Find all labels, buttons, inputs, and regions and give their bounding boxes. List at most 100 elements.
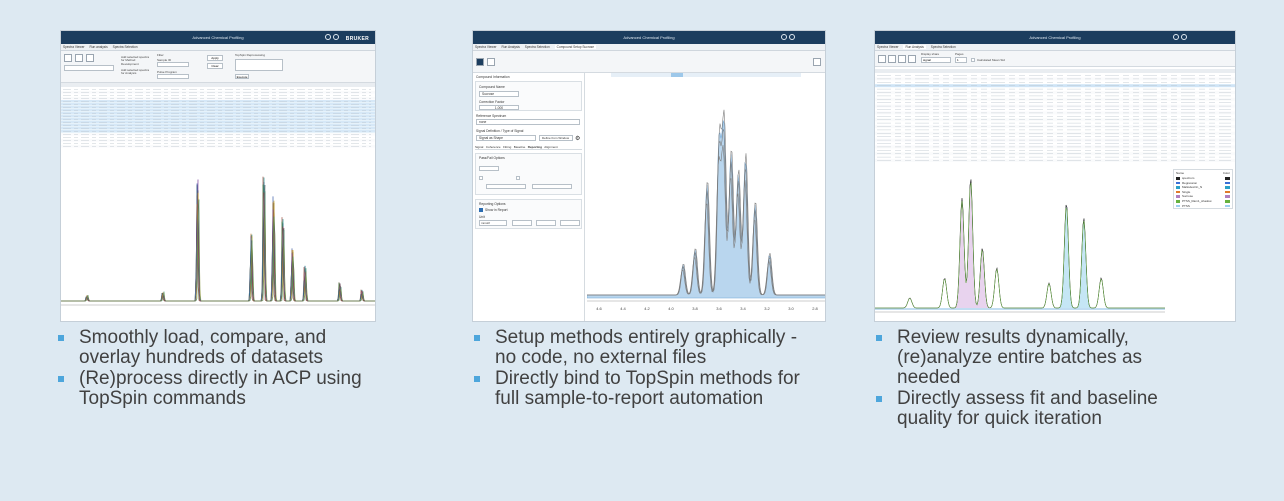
page-background: Advanced Chemical Profiling BRUKER Spect… bbox=[0, 0, 1284, 501]
help-icon[interactable] bbox=[789, 34, 795, 40]
tab-compound-setup[interactable]: Compound Setup Sucrose bbox=[554, 45, 597, 49]
x-tick-label: 3.0 bbox=[788, 306, 794, 311]
settings-icon[interactable] bbox=[1173, 34, 1179, 40]
feature-text: Directly assess fit and baseline quality… bbox=[897, 388, 1158, 429]
feature-item: Setup methods entirely graphically - no … bbox=[472, 328, 802, 368]
spectrum-trace bbox=[61, 192, 375, 302]
settings-icon[interactable] bbox=[781, 34, 787, 40]
subtab[interactable]: Alignment bbox=[544, 145, 557, 149]
close-button[interactable] bbox=[75, 54, 83, 62]
add-analysis-button[interactable]: Add selected spectra for Analysis bbox=[121, 68, 153, 76]
pass-fail-input[interactable] bbox=[479, 166, 499, 171]
toolbar: Add selected spectra for Method Developm… bbox=[61, 51, 375, 83]
add-icon[interactable] bbox=[878, 55, 886, 63]
spectrum-trace bbox=[61, 184, 375, 302]
play-icon[interactable] bbox=[898, 55, 906, 63]
save-icon[interactable] bbox=[476, 58, 484, 66]
x-tick-label: 3.4 bbox=[740, 306, 746, 311]
tab-run-analysis[interactable]: Run Analysis bbox=[903, 45, 926, 49]
define-window-button[interactable]: Define from Window bbox=[539, 135, 573, 141]
gear-icon[interactable]: ⚙ bbox=[575, 135, 580, 142]
spectrum-trace bbox=[61, 179, 375, 302]
file-loading-field[interactable] bbox=[64, 65, 114, 71]
unit-select[interactable]: mmol/l bbox=[479, 220, 507, 226]
bullet-icon bbox=[58, 335, 64, 341]
refresh-button[interactable] bbox=[86, 54, 94, 62]
reference-spectrum-label: Reference Spectrum bbox=[476, 114, 507, 118]
legend-swatch bbox=[1176, 190, 1180, 194]
signal-type-select[interactable]: Signal as Shape bbox=[476, 135, 536, 141]
unit-label: Unit bbox=[479, 215, 485, 219]
close-icon[interactable] bbox=[813, 58, 821, 66]
apply-button[interactable]: Apply bbox=[207, 55, 223, 61]
digits-input[interactable] bbox=[512, 220, 532, 226]
tab-spectra-viewer[interactable]: Spectra Viewer bbox=[877, 45, 899, 49]
tab-spectra-viewer[interactable]: Spectra Viewer bbox=[63, 45, 85, 49]
close-icon[interactable] bbox=[888, 55, 896, 63]
feature-item: (Re)process directly in ACP using TopSpi… bbox=[56, 369, 386, 409]
export-icon[interactable] bbox=[908, 55, 916, 63]
display-label: Display share bbox=[921, 52, 940, 56]
fail-lower-checkbox[interactable] bbox=[479, 176, 483, 180]
compound-name-input[interactable]: Sucrose bbox=[479, 91, 519, 97]
pulprog-input[interactable] bbox=[157, 74, 189, 79]
play-icon[interactable] bbox=[487, 58, 495, 66]
legend-color-header: Color bbox=[1222, 171, 1230, 175]
help-icon[interactable] bbox=[333, 34, 339, 40]
tab-spectra-selection[interactable]: Spectra Selection bbox=[931, 45, 956, 49]
topspin-command-input[interactable] bbox=[235, 59, 283, 71]
settings-icon[interactable] bbox=[325, 34, 331, 40]
x-tick-label: 4.6 bbox=[596, 306, 602, 311]
loq-input[interactable] bbox=[536, 220, 556, 226]
feature-text: Setup methods entirely graphically - no … bbox=[495, 327, 798, 368]
legend-item[interactable]: PTSS bbox=[1174, 204, 1232, 209]
correction-factor-input[interactable]: 1.000 bbox=[479, 105, 519, 110]
compound-info-heading: Compound Information bbox=[476, 75, 510, 79]
spectra-overlay-plot[interactable] bbox=[61, 151, 375, 321]
execute-button[interactable]: Execute bbox=[235, 74, 249, 79]
open-button[interactable] bbox=[64, 54, 72, 62]
legend-color-cell bbox=[1225, 190, 1230, 194]
legend-name-header: Name bbox=[1176, 171, 1185, 175]
lower-threshold-input[interactable] bbox=[486, 184, 526, 189]
spectrum-trace bbox=[61, 177, 375, 302]
tab-spectra-viewer[interactable]: Spectra Viewer bbox=[475, 45, 497, 49]
upper-threshold-input[interactable] bbox=[532, 184, 572, 189]
compound-spectrum-plot[interactable]: 4.6 4.4 4.2 4.0 3.8 3.6 3.4 3.2 3.0 2.8 bbox=[586, 73, 825, 321]
spectra-table bbox=[61, 83, 375, 149]
fit-plot[interactable]: Name Color spectrum Regression Maltodextri… bbox=[875, 165, 1235, 321]
tab-spectra-selection[interactable]: Spectra Selection bbox=[113, 45, 138, 49]
reference-spectrum-select[interactable]: none bbox=[476, 119, 580, 125]
subtab[interactable]: Fitting bbox=[503, 145, 511, 149]
subtab[interactable]: Baseline bbox=[514, 145, 526, 149]
fit-trace bbox=[875, 183, 1165, 309]
show-report-checkbox[interactable] bbox=[479, 208, 483, 212]
pages-input[interactable]: 1 bbox=[955, 57, 967, 63]
calc-mean-checkbox[interactable] bbox=[971, 58, 975, 62]
app-titlebar: Advanced Chemical Profiling BRUKER bbox=[61, 31, 375, 44]
clear-button[interactable]: Clear bbox=[207, 63, 223, 69]
window-bar-selection[interactable] bbox=[671, 73, 683, 77]
compound-name-label: Compound Name bbox=[479, 85, 505, 89]
filter-label: Filter bbox=[157, 53, 164, 57]
display-select[interactable]: signal bbox=[921, 57, 951, 63]
tab-spectra-selection[interactable]: Spectra Selection bbox=[525, 45, 550, 49]
feature-item: Directly bind to TopSpin methods for ful… bbox=[472, 369, 802, 409]
tab-run-analysis[interactable]: Run Analysis bbox=[501, 45, 519, 49]
subtab-active[interactable]: Reporting bbox=[528, 145, 542, 149]
toolbar bbox=[473, 51, 825, 73]
sorting-input[interactable] bbox=[560, 220, 580, 226]
help-icon[interactable] bbox=[1181, 34, 1187, 40]
legend-color-cell bbox=[1225, 181, 1230, 185]
legend-label: Maltodextrin_N bbox=[1182, 185, 1203, 190]
subtab[interactable]: Coherence bbox=[486, 145, 501, 149]
legend-color-cell bbox=[1225, 186, 1230, 189]
subtab[interactable]: Signal bbox=[475, 145, 483, 149]
tab-run-analysis[interactable]: Run analysis bbox=[89, 45, 107, 49]
spectrum-trace bbox=[61, 183, 375, 302]
fail-higher-checkbox[interactable] bbox=[516, 176, 520, 180]
compound-section: Compound Name Sucrose Correction Factor … bbox=[475, 81, 582, 111]
sample-id-input[interactable] bbox=[157, 62, 189, 67]
results-table-grid bbox=[875, 69, 1235, 162]
add-method-button[interactable]: Add selected spectra for Method Developm… bbox=[121, 55, 153, 66]
